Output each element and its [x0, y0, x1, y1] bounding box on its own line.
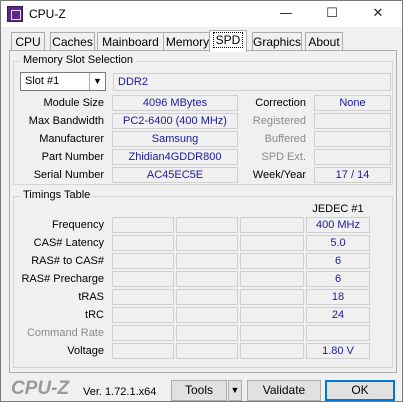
timing-empty-cell	[176, 343, 238, 359]
tab-spd[interactable]: SPD	[209, 30, 247, 52]
registered-value	[314, 113, 391, 129]
tab-mainboard[interactable]: Mainboard	[97, 32, 164, 51]
minimize-icon[interactable]: —	[263, 1, 309, 27]
tools-button[interactable]: Tools	[171, 380, 227, 401]
cpuz-app-icon	[7, 6, 23, 22]
timing-jedec1-value: 6	[306, 271, 370, 287]
timing-empty-cell	[112, 343, 174, 359]
buffered-label: Buffered	[264, 133, 306, 145]
timings-table-group: Timings Table JEDEC #1 Frequency 400 MHz C…	[13, 189, 393, 368]
timing-jedec1-value: 5.0	[306, 235, 370, 251]
spd-tab-panel: Memory Slot Selection Slot #1 ▼ DDR2 Mod…	[9, 50, 397, 373]
spd-ext-label: SPD Ext.	[261, 151, 306, 163]
version-label: Ver. 1.72.1.x64	[83, 386, 157, 398]
max-bandwidth-label: Max Bandwidth	[28, 115, 104, 127]
timing-empty-cell	[112, 289, 174, 305]
part-number-value: Zhidian4GDDR800	[112, 149, 238, 165]
timing-empty-cell	[112, 253, 174, 269]
manufacturer-label: Manufacturer	[39, 133, 104, 145]
tab-graphics[interactable]: Graphics	[252, 32, 302, 51]
timing-empty-cell	[176, 253, 238, 269]
chevron-down-icon[interactable]: ▼	[89, 73, 105, 90]
serial-number-label: Serial Number	[33, 169, 104, 181]
timing-jedec1-value	[306, 325, 370, 341]
timing-empty-cell	[240, 217, 304, 233]
timing-jedec1-value: 6	[306, 253, 370, 269]
timing-empty-cell	[176, 217, 238, 233]
memory-type-field: DDR2	[113, 73, 391, 91]
timing-empty-cell	[112, 307, 174, 323]
timing-label: Voltage	[67, 345, 104, 357]
window-title: CPU-Z	[29, 7, 66, 21]
timing-empty-cell	[176, 289, 238, 305]
memory-slot-group-title: Memory Slot Selection	[20, 54, 137, 66]
tab-cpu[interactable]: CPU	[11, 32, 45, 51]
buffered-value	[314, 131, 391, 147]
timing-label: RAS# to CAS#	[31, 255, 104, 267]
slot-select[interactable]: Slot #1 ▼	[20, 72, 106, 91]
week-year-value: 17 / 14	[314, 167, 391, 183]
memory-slot-group: Memory Slot Selection Slot #1 ▼ DDR2 Mod…	[13, 54, 393, 185]
timing-empty-cell	[112, 325, 174, 341]
timing-empty-cell	[240, 343, 304, 359]
timing-label: tRAS	[78, 291, 104, 303]
timing-empty-cell	[112, 271, 174, 287]
cpuz-logo: CPU-Z	[11, 378, 70, 399]
tools-dropdown-chevron-icon[interactable]: ▼	[228, 380, 242, 401]
registered-label: Registered	[252, 115, 306, 127]
tab-spd-label: SPD	[212, 32, 244, 48]
timing-empty-cell	[176, 325, 238, 341]
timing-jedec1-value: 24	[306, 307, 370, 323]
correction-label: Correction	[255, 97, 306, 109]
maximize-icon[interactable]: ☐	[309, 1, 355, 27]
timing-empty-cell	[240, 271, 304, 287]
max-bandwidth-value: PC2-6400 (400 MHz)	[112, 113, 238, 129]
close-icon[interactable]: ✕	[355, 1, 401, 27]
cpuz-window: CPU-Z — ☐ ✕ CPU Caches Mainboard Memory …	[0, 0, 403, 402]
timing-empty-cell	[240, 235, 304, 251]
timing-empty-cell	[240, 307, 304, 323]
timing-label: RAS# Precharge	[21, 273, 104, 285]
manufacturer-value: Samsung	[112, 131, 238, 147]
timing-jedec1-value: 1.80 V	[306, 343, 370, 359]
timing-empty-cell	[240, 253, 304, 269]
timing-empty-cell	[240, 289, 304, 305]
timing-label: Command Rate	[26, 327, 104, 339]
tab-caches[interactable]: Caches	[50, 32, 95, 51]
timings-table-group-title: Timings Table	[20, 189, 94, 201]
timing-empty-cell	[176, 271, 238, 287]
timing-empty-cell	[176, 307, 238, 323]
timing-jedec1-value: 18	[306, 289, 370, 305]
ok-button[interactable]: OK	[325, 380, 395, 401]
validate-button[interactable]: Validate	[247, 380, 321, 401]
timing-label: CAS# Latency	[33, 237, 104, 249]
timing-empty-cell	[112, 217, 174, 233]
slot-select-value: Slot #1	[25, 75, 60, 87]
jedec-column-header: JEDEC #1	[312, 203, 364, 215]
timing-empty-cell	[176, 235, 238, 251]
module-size-label: Module Size	[43, 97, 104, 109]
timing-empty-cell	[112, 235, 174, 251]
module-size-value: 4096 MBytes	[112, 95, 238, 111]
part-number-label: Part Number	[41, 151, 104, 163]
timing-empty-cell	[240, 325, 304, 341]
week-year-label: Week/Year	[252, 169, 306, 181]
tab-memory[interactable]: Memory	[163, 32, 212, 51]
correction-value: None	[314, 95, 391, 111]
timing-jedec1-value: 400 MHz	[306, 217, 370, 233]
spd-ext-value	[314, 149, 391, 165]
timing-label: Frequency	[52, 219, 104, 231]
serial-number-value: AC45EC5E	[112, 167, 238, 183]
title-bar: CPU-Z — ☐ ✕	[1, 1, 402, 27]
tab-about[interactable]: About	[305, 32, 343, 51]
timing-label: tRC	[85, 309, 104, 321]
